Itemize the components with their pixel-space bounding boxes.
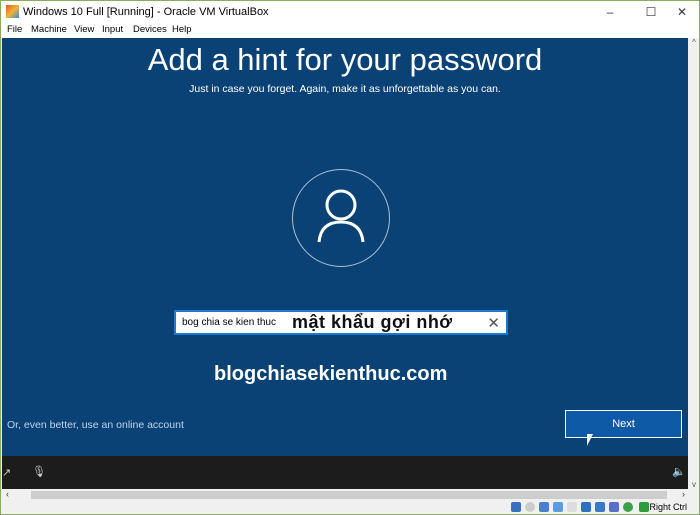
host-key-label: Right Ctrl: [649, 502, 687, 512]
hint-value: bog chia se kien thuc: [182, 317, 276, 328]
title-bar: Windows 10 Full [Running] - Oracle VM Vi…: [1, 1, 699, 23]
maximize-button[interactable]: ☐: [634, 3, 668, 21]
shared-folders-icon[interactable]: [567, 502, 577, 512]
window-title: Windows 10 Full [Running] - Oracle VM Vi…: [23, 6, 269, 18]
scroll-thumb[interactable]: [31, 491, 667, 499]
menu-devices[interactable]: Devices: [133, 24, 167, 35]
microphone-icon[interactable]: 🎙: [32, 465, 46, 478]
mouse-integration-icon[interactable]: [623, 502, 633, 512]
page-subtitle: Just in case you forget. Again, make it …: [189, 83, 501, 95]
scroll-down-icon[interactable]: v: [689, 480, 699, 489]
clear-icon[interactable]: ✕: [487, 314, 500, 332]
watermark: blogchiasekienthuc.com: [214, 363, 448, 385]
menu-bar: File Machine View Input Devices Help: [1, 23, 699, 38]
scroll-left-icon[interactable]: ‹: [6, 489, 9, 499]
menu-input[interactable]: Input: [102, 24, 123, 35]
vm-screen[interactable]: Add a hint for your password Just in cas…: [2, 38, 688, 489]
minimize-button[interactable]: –: [593, 3, 627, 21]
video-capture-icon[interactable]: [595, 502, 605, 512]
optical-drive-icon[interactable]: [525, 502, 535, 512]
page-title: Add a hint for your password: [147, 42, 543, 77]
scroll-right-icon[interactable]: ›: [682, 489, 685, 499]
menu-machine[interactable]: Machine: [31, 24, 67, 35]
virtualization-icon[interactable]: [609, 502, 619, 512]
display-icon[interactable]: [581, 502, 591, 512]
volume-icon[interactable]: 🔈: [672, 465, 686, 478]
hard-disk-icon[interactable]: [511, 502, 521, 512]
virtualbox-app-icon: [6, 5, 19, 18]
close-button[interactable]: ✕: [665, 3, 699, 21]
expand-icon[interactable]: ↗: [2, 466, 11, 479]
overlay-caption: mật khẩu gợi nhớ: [292, 312, 453, 332]
vertical-scrollbar[interactable]: ^ v: [689, 38, 699, 489]
user-avatar-icon: [292, 169, 390, 267]
online-account-link[interactable]: Or, even better, use an online account: [7, 419, 184, 431]
status-bar: Right Ctrl: [2, 501, 699, 514]
guest-taskbar: ↗ 🎙 🔈: [2, 456, 688, 489]
mouse-cursor-icon: [587, 434, 593, 446]
next-button[interactable]: Next: [565, 410, 682, 438]
keyboard-icon[interactable]: [639, 502, 649, 512]
horizontal-scrollbar[interactable]: ‹ ›: [2, 489, 689, 501]
virtualbox-window: Windows 10 Full [Running] - Oracle VM Vi…: [0, 0, 700, 515]
password-hint-input[interactable]: bog chia se kien thuc mật khẩu gợi nhớ ✕: [174, 310, 508, 335]
menu-view[interactable]: View: [74, 24, 94, 35]
menu-file[interactable]: File: [7, 24, 22, 35]
usb-icon[interactable]: [553, 502, 563, 512]
menu-help[interactable]: Help: [172, 24, 192, 35]
scroll-up-icon[interactable]: ^: [689, 38, 699, 47]
network-icon[interactable]: [539, 502, 549, 512]
